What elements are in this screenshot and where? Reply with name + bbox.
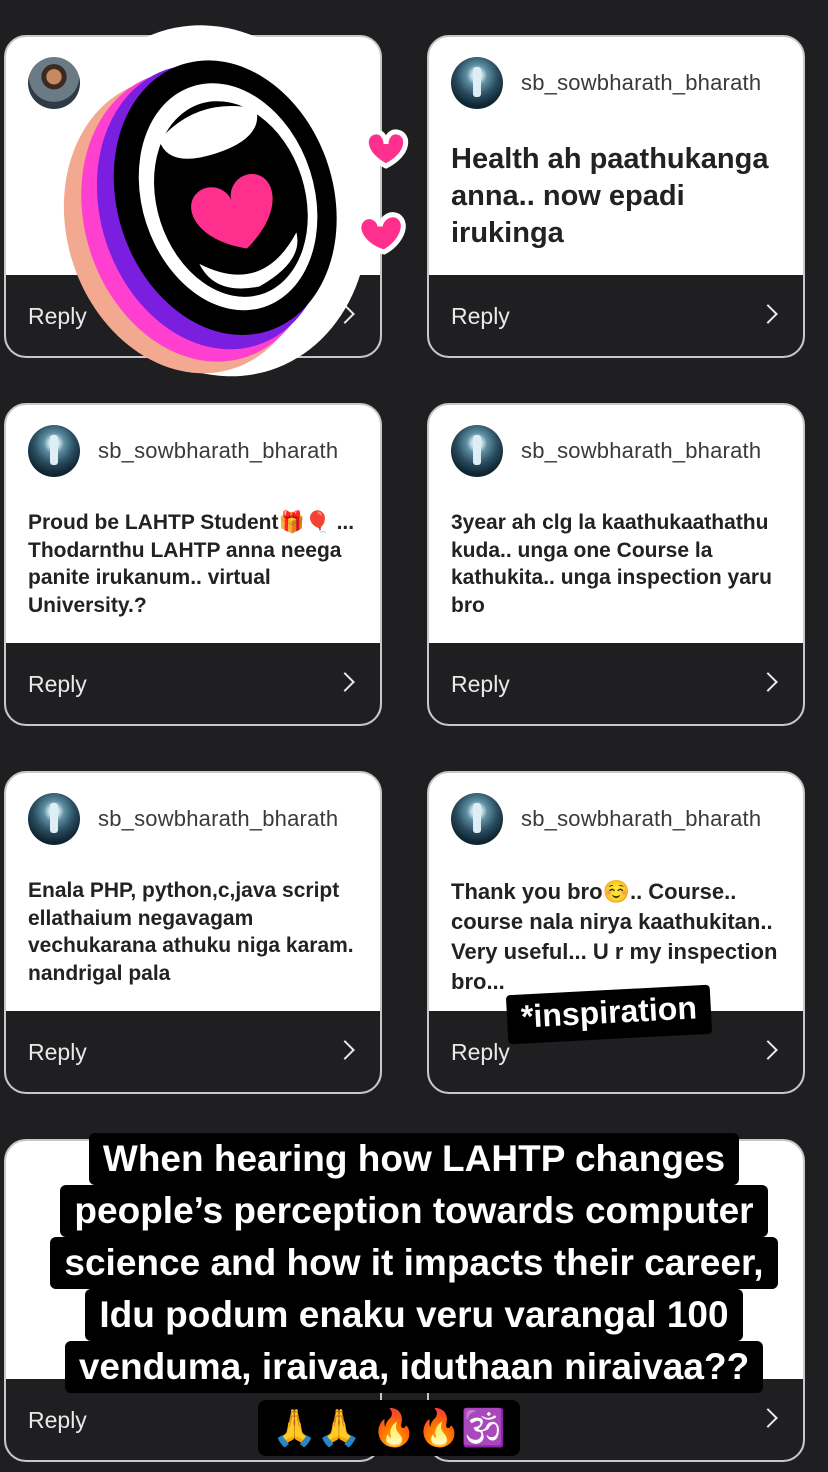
username[interactable]: sb_sowbharath_bharath — [521, 806, 761, 832]
username[interactable]: sb_sowbharath_bharath — [521, 70, 761, 96]
username[interactable]: sb_sowbharath_bharath — [98, 438, 338, 464]
message-card: sb_sowbharath_bharath 3year ah clg la ka… — [427, 403, 805, 726]
chevron-right-icon — [335, 1040, 355, 1060]
reply-label: Reply — [28, 671, 87, 697]
reply-label: Reply — [28, 1039, 87, 1065]
avatar[interactable] — [28, 425, 80, 477]
message-card: sb_sowbharath_bharath Proud be LAHTP Stu… — [4, 403, 382, 726]
message-text: Proud be LAHTP Student🎁🎈 ... Thodarnthu … — [28, 511, 355, 617]
chevron-right-icon — [758, 304, 778, 324]
caption-line: Idu podum enaku veru varangal 100 — [85, 1289, 743, 1341]
reply-label: Reply — [28, 1407, 87, 1433]
reply-button[interactable]: Reply — [6, 1011, 380, 1092]
chevron-right-icon — [335, 672, 355, 692]
avatar[interactable] — [451, 793, 503, 845]
message-card: sb_sowbharath_bharath Enala PHP, python,… — [4, 771, 382, 1094]
emoji-line: 🙏🙏 🔥🔥🕉️ — [258, 1400, 521, 1456]
message-card: sb_sowbharath_bharath Health ah paathuka… — [427, 35, 805, 358]
reply-label: Reply — [451, 303, 510, 329]
message-text: Thank you bro☺️.. Course.. course nala n… — [451, 879, 778, 994]
message-text: 3year ah clg la kaathukaathathu kuda.. u… — [451, 511, 772, 617]
caption-line: venduma, iraivaa, iduthaan niraivaa?? — [64, 1341, 764, 1393]
reply-label: Reply — [451, 671, 510, 697]
avatar[interactable] — [28, 793, 80, 845]
avatar[interactable] — [451, 57, 503, 109]
caption-line: people’s perception towards computer — [60, 1185, 768, 1237]
caption: When hearing how LAHTP changes people’s … — [10, 1133, 818, 1393]
message-text: Enala PHP, python,c,java script ellathai… — [28, 879, 354, 985]
avatar[interactable] — [451, 425, 503, 477]
username[interactable]: sb_sowbharath_bharath — [521, 438, 761, 464]
screaming-mouth-heart-sticker — [62, 25, 409, 377]
chevron-right-icon — [758, 1040, 778, 1060]
reply-button[interactable]: Reply — [6, 643, 380, 724]
chevron-right-icon — [758, 672, 778, 692]
username[interactable]: sb_sowbharath_bharath — [98, 806, 338, 832]
caption-line: science and how it impacts their career, — [50, 1237, 778, 1289]
chevron-right-icon — [758, 1408, 778, 1428]
message-text: Health ah paathukanga anna.. now epadi i… — [451, 143, 769, 249]
reply-label: Reply — [451, 1039, 510, 1065]
reply-button[interactable]: Reply — [429, 275, 803, 356]
message-card: sb_sowbharath_bharath Thank you bro☺️.. … — [427, 771, 805, 1094]
caption-line: When hearing how LAHTP changes — [88, 1133, 740, 1185]
reply-button[interactable]: Reply — [429, 643, 803, 724]
